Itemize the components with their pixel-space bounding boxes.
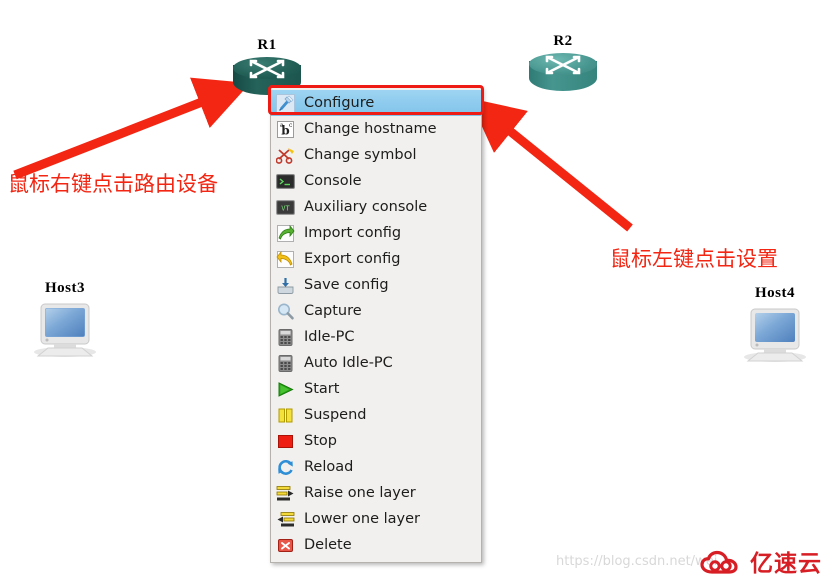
menu-item-label: Import config — [304, 224, 402, 241]
cloud-logo-icon — [700, 550, 738, 574]
csdn-watermark: https://blog.csdn.net/wei — [556, 554, 718, 569]
menu-item-label: Stop — [304, 432, 337, 449]
menu-item-change-hostname[interactable]: b a c Change hostname — [271, 116, 481, 142]
auto-idle-pc-icon — [276, 354, 295, 373]
context-menu[interactable]: Configure b a c Change hostname Change s… — [270, 87, 482, 563]
router-arrows-glyph — [545, 55, 581, 75]
menu-item-auto-idle-pc[interactable]: Auto Idle-PC — [271, 350, 481, 376]
device-r2[interactable]: R2 — [524, 33, 602, 97]
capture-icon — [276, 302, 295, 321]
menu-item-configure[interactable]: Configure — [271, 90, 481, 116]
change-hostname-icon: b a c — [276, 120, 295, 139]
export-config-icon — [276, 250, 295, 269]
menu-item-idle-pc[interactable]: Idle-PC — [271, 324, 481, 350]
menu-item-stop[interactable]: Stop — [271, 428, 481, 454]
menu-item-save-config[interactable]: Save config — [271, 272, 481, 298]
menu-item-console[interactable]: Console — [271, 168, 481, 194]
save-config-icon — [276, 276, 295, 295]
annotation-left-click-note: 鼠标左键点击设置 — [610, 247, 778, 271]
device-label-r1: R1 — [257, 37, 277, 53]
svg-text:VT: VT — [281, 204, 290, 212]
menu-item-import-config[interactable]: Import config — [271, 220, 481, 246]
menu-item-label: Auxiliary console — [304, 198, 428, 215]
menu-item-label: Capture — [304, 302, 362, 319]
menu-item-label: Reload — [304, 458, 354, 475]
lower-one-layer-icon — [276, 510, 295, 529]
menu-item-raise-one-layer[interactable]: Raise one layer — [271, 480, 481, 506]
change-symbol-icon — [276, 146, 295, 165]
menu-item-export-config[interactable]: Export config — [271, 246, 481, 272]
start-icon — [276, 380, 295, 399]
pc-icon[interactable] — [742, 305, 808, 363]
menu-item-label: Export config — [304, 250, 401, 267]
menu-item-lower-one-layer[interactable]: Lower one layer — [271, 506, 481, 532]
idle-pc-icon — [276, 328, 295, 347]
device-label-r2: R2 — [553, 33, 573, 49]
menu-item-label: Console — [304, 172, 362, 189]
svg-text:a: a — [280, 122, 284, 129]
menu-item-label: Lower one layer — [304, 510, 421, 527]
menu-item-label: Start — [304, 380, 340, 397]
router-arrows-glyph — [249, 59, 285, 79]
menu-item-suspend[interactable]: Suspend — [271, 402, 481, 428]
menu-item-capture[interactable]: Capture — [271, 298, 481, 324]
menu-item-start[interactable]: Start — [271, 376, 481, 402]
device-host3[interactable]: Host3 — [25, 280, 105, 358]
brand-logo: 亿速云 — [700, 549, 822, 579]
suspend-icon — [276, 406, 295, 425]
raise-one-layer-icon — [276, 484, 295, 503]
reload-icon — [276, 458, 295, 477]
stop-icon — [276, 432, 295, 451]
console-icon — [276, 172, 295, 191]
router-icon[interactable] — [529, 53, 597, 97]
auxiliary-console-icon: VT — [276, 198, 295, 217]
menu-item-reload[interactable]: Reload — [271, 454, 481, 480]
menu-item-delete[interactable]: Delete — [271, 532, 481, 558]
menu-item-label: Save config — [304, 276, 389, 293]
annotation-right-click-note: 鼠标右键点击路由设备 — [8, 172, 218, 196]
pc-icon[interactable] — [32, 300, 98, 358]
topology-canvas: R1 R2 Host3 Host4 Configure b a c Change… — [0, 0, 835, 581]
menu-item-label: Delete — [304, 536, 352, 553]
menu-item-label: Raise one layer — [304, 484, 416, 501]
device-label-host3: Host3 — [45, 280, 85, 296]
menu-item-auxiliary-console[interactable]: VT Auxiliary console — [271, 194, 481, 220]
menu-item-label: Change symbol — [304, 146, 417, 163]
menu-item-label: Auto Idle-PC — [304, 354, 393, 371]
device-label-host4: Host4 — [755, 285, 795, 301]
right-pointer-arrow — [470, 98, 633, 232]
menu-item-label: Idle-PC — [304, 328, 355, 345]
menu-item-label: Suspend — [304, 406, 367, 423]
device-host4[interactable]: Host4 — [735, 285, 815, 363]
brand-text: 亿速云 — [750, 550, 822, 577]
import-config-icon — [276, 224, 295, 243]
delete-icon — [276, 536, 295, 555]
menu-item-label: Change hostname — [304, 120, 437, 137]
menu-item-change-symbol[interactable]: Change symbol — [271, 142, 481, 168]
configure-icon — [276, 93, 295, 113]
menu-item-label: Configure — [304, 94, 375, 111]
